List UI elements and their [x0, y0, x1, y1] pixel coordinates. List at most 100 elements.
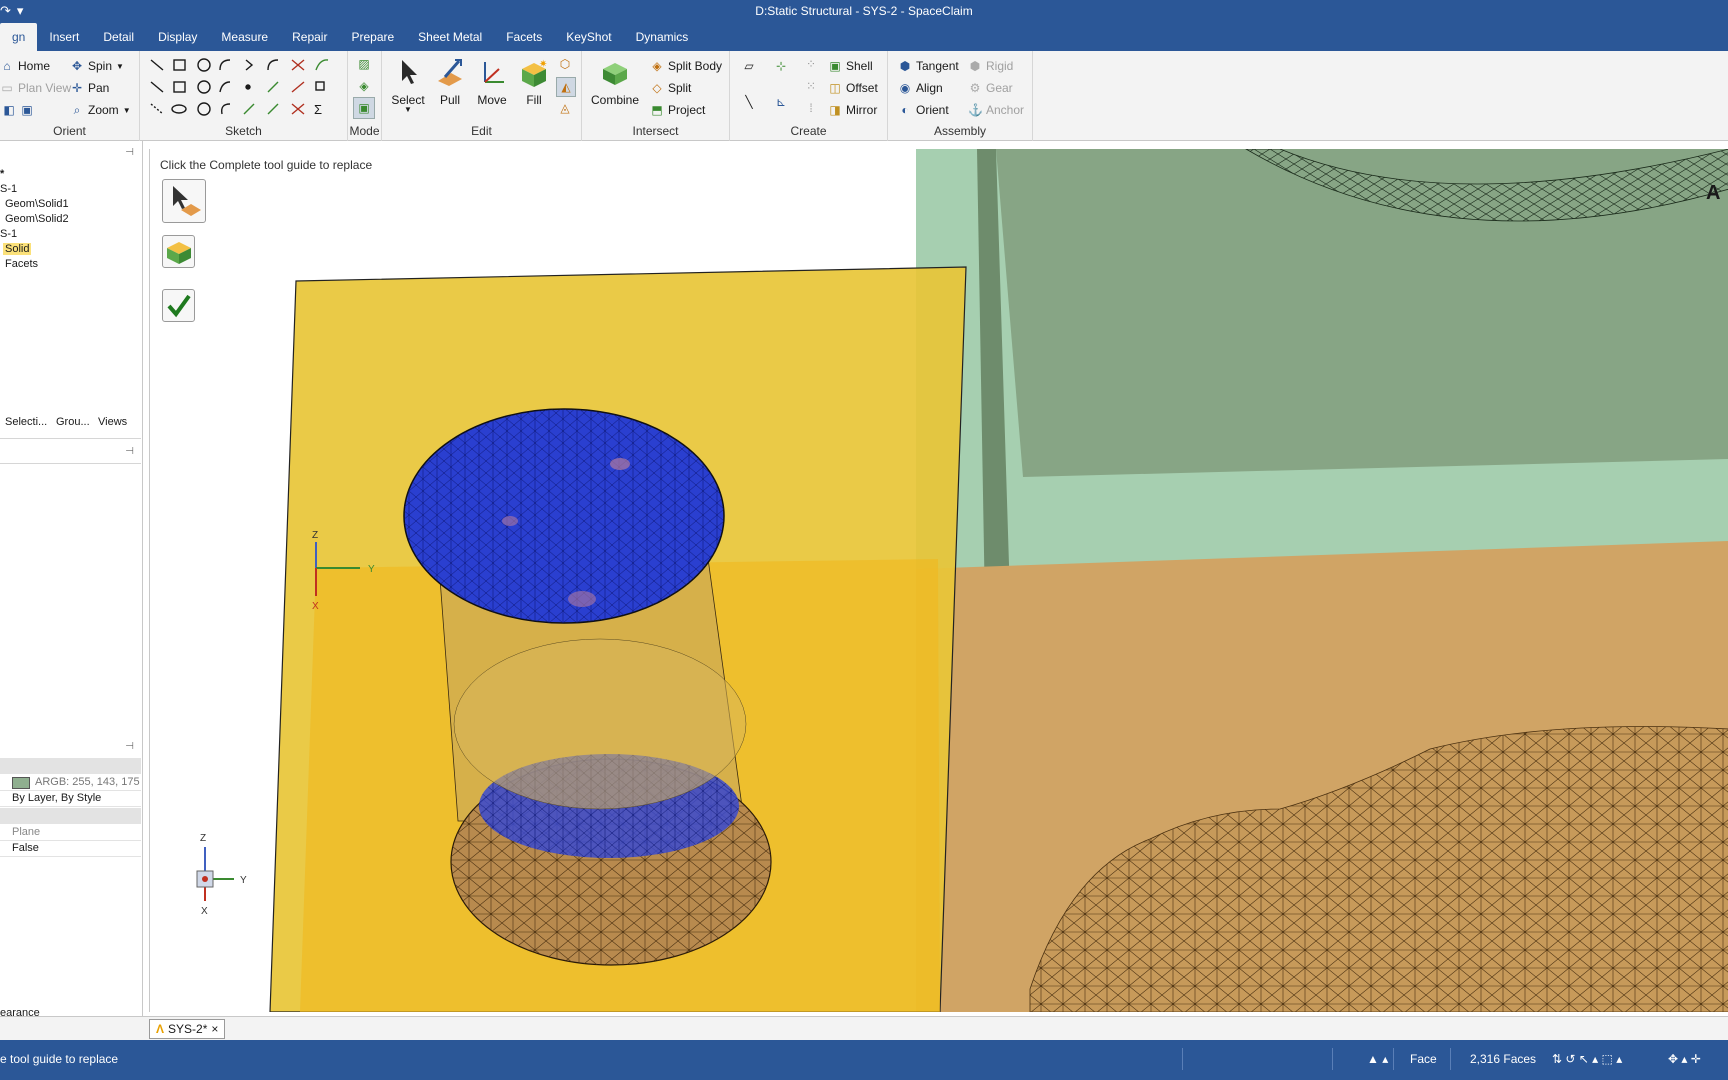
- group-label-mode: Mode: [349, 124, 380, 138]
- tab-measure[interactable]: Measure: [209, 30, 280, 51]
- gear-button[interactable]: ⚙ Gear: [968, 81, 1013, 95]
- plane-icon: ▱: [744, 59, 754, 73]
- shell-button[interactable]: ▣ Shell: [828, 59, 872, 73]
- construction-line-icon: [150, 81, 164, 93]
- plane-button[interactable]: ▱: [742, 59, 756, 73]
- split-body-button[interactable]: ◈ Split Body: [650, 59, 722, 73]
- 3d-viewport[interactable]: A Z Y X Z Y X Click the Complete tool gu…: [149, 149, 1728, 1012]
- combine-button[interactable]: Combine: [590, 57, 640, 107]
- three-point-circle-icon: [197, 80, 211, 94]
- tab-repair[interactable]: Repair: [280, 30, 339, 51]
- offset-button[interactable]: ◫ Offset: [828, 81, 877, 95]
- sketch-tools[interactable]: Σ: [148, 57, 348, 123]
- view-axis-triad[interactable]: Z Y X: [196, 833, 247, 917]
- selection-filter[interactable]: Face: [1410, 1052, 1437, 1066]
- tab-display[interactable]: Display: [146, 30, 209, 51]
- tree-item-component-2[interactable]: S-1: [0, 228, 17, 240]
- orient-icon: ◐: [901, 103, 909, 117]
- project-button[interactable]: ⬒ Project: [650, 103, 705, 117]
- circular-pattern-button[interactable]: ⁙: [804, 79, 818, 93]
- select-body-guide-button[interactable]: [162, 235, 195, 268]
- tab-keyshot[interactable]: KeyShot: [554, 30, 623, 51]
- close-tab-icon[interactable]: ×: [211, 1022, 218, 1036]
- point-button[interactable]: ⊹: [774, 59, 788, 73]
- align-button[interactable]: ◉ Align: [898, 81, 943, 95]
- tree-item-component[interactable]: S-1: [0, 183, 17, 195]
- align-icon: ◉: [899, 81, 911, 95]
- dashed-line-icon: [150, 103, 164, 115]
- home-button[interactable]: ⌂ Home: [0, 59, 50, 73]
- cylinder-lower-ring: [453, 638, 747, 810]
- pull-button[interactable]: Pull: [430, 57, 470, 107]
- select-button[interactable]: Select ▼: [388, 57, 428, 114]
- tree-item-solid-selected[interactable]: Solid: [3, 243, 32, 255]
- plan-view-button[interactable]: ▭ Plan View: [0, 81, 71, 95]
- view-cube-icon: ◧: [3, 103, 15, 117]
- prop-style[interactable]: By Layer, By Style: [0, 791, 141, 807]
- tangent-button[interactable]: ⬢ Tangent: [898, 59, 959, 73]
- zoom-button[interactable]: ⌕ Zoom ▼: [70, 103, 131, 117]
- fill-pattern-icon: ⁞: [809, 101, 813, 115]
- spin-button[interactable]: ✥ Spin ▼: [70, 59, 124, 73]
- tab-dynamics[interactable]: Dynamics: [624, 30, 701, 51]
- tab-sheet-metal[interactable]: Sheet Metal: [406, 30, 494, 51]
- complete-button[interactable]: [162, 289, 195, 322]
- prop-color[interactable]: ARGB: 255, 143, 175: [0, 775, 141, 791]
- svg-text:Y: Y: [240, 875, 247, 886]
- selection-tools-icon[interactable]: ⇅ ↺ ↖ ▴ ⬚ ▴: [1552, 1052, 1622, 1066]
- bend-tool-icon: [267, 81, 279, 93]
- pin-icon[interactable]: ⊣: [125, 446, 134, 457]
- point-tool-icon: [245, 84, 251, 90]
- view-tools-icon[interactable]: ✥ ▴ ✛: [1668, 1052, 1701, 1066]
- prop-bool[interactable]: False: [0, 841, 141, 857]
- tab-selection[interactable]: Selecti...: [5, 416, 47, 428]
- tab-prepare[interactable]: Prepare: [339, 30, 406, 51]
- fill-pattern-button[interactable]: ⁞: [804, 101, 818, 115]
- pin-icon[interactable]: ⊣: [125, 147, 134, 158]
- axis-button[interactable]: ╲: [742, 95, 756, 109]
- sketch-mode-button[interactable]: ▨: [357, 57, 371, 71]
- tree-item-solid1[interactable]: Geom\Solid1: [5, 198, 69, 210]
- properties-header: [0, 758, 141, 774]
- anchor-button[interactable]: ⚓ Anchor: [968, 103, 1024, 117]
- rigid-button[interactable]: ⬢ Rigid: [968, 59, 1014, 73]
- 3d-mode-button[interactable]: ▣: [353, 97, 375, 119]
- replace-button[interactable]: ⬡: [558, 57, 572, 71]
- move-button[interactable]: Move: [472, 57, 512, 107]
- section-mode-button[interactable]: ◈: [357, 79, 371, 93]
- viewport-partial-label: A: [1706, 182, 1720, 204]
- tree-item-facets[interactable]: Facets: [5, 258, 38, 270]
- scene[interactable]: A Z Y X Z Y X: [150, 149, 1728, 1012]
- tab-detail[interactable]: Detail: [91, 30, 146, 51]
- mirror-button[interactable]: ◨ Mirror: [828, 103, 877, 117]
- tab-facets[interactable]: Facets: [494, 30, 554, 51]
- spin-icon: ✥: [71, 59, 83, 73]
- linear-pattern-button[interactable]: ⁘: [804, 57, 818, 71]
- pin-icon[interactable]: ⊣: [125, 741, 134, 752]
- warning-icon[interactable]: ▲ ▴: [1367, 1052, 1388, 1066]
- view-cube-button[interactable]: ◧ ▣: [2, 103, 34, 117]
- pan-button[interactable]: ✛ Pan: [70, 81, 109, 95]
- tab-groups[interactable]: Grou...: [56, 416, 90, 428]
- replace-icon: ⬡: [559, 57, 571, 71]
- prop-plane[interactable]: Plane: [0, 825, 141, 841]
- properties-section-header: [0, 808, 141, 824]
- select-guide-button[interactable]: [162, 179, 206, 223]
- selection-count: 2,316 Faces: [1470, 1052, 1537, 1066]
- origin-button[interactable]: ⊾: [774, 95, 788, 109]
- tree-item-root[interactable]: *: [0, 168, 4, 180]
- offset-curve-icon: [315, 81, 325, 91]
- tab-views[interactable]: Views: [98, 416, 127, 428]
- tweak-face-button[interactable]: ◭: [556, 77, 576, 97]
- cylinder-top-highlight: [610, 458, 630, 470]
- split-button[interactable]: ◇ Split: [650, 81, 691, 95]
- orient-button[interactable]: ◐ Orient: [898, 103, 948, 117]
- blend-button[interactable]: ◬: [558, 101, 572, 115]
- status-separator: [1332, 1048, 1333, 1070]
- tab-insert[interactable]: Insert: [37, 30, 91, 51]
- document-tab-sys2[interactable]: Λ SYS-2* ×: [149, 1019, 226, 1039]
- status-separator: [1393, 1048, 1394, 1070]
- tree-item-solid2[interactable]: Geom\Solid2: [5, 213, 69, 225]
- fill-button[interactable]: ✷ Fill: [514, 57, 554, 107]
- tab-design[interactable]: gn: [0, 23, 38, 51]
